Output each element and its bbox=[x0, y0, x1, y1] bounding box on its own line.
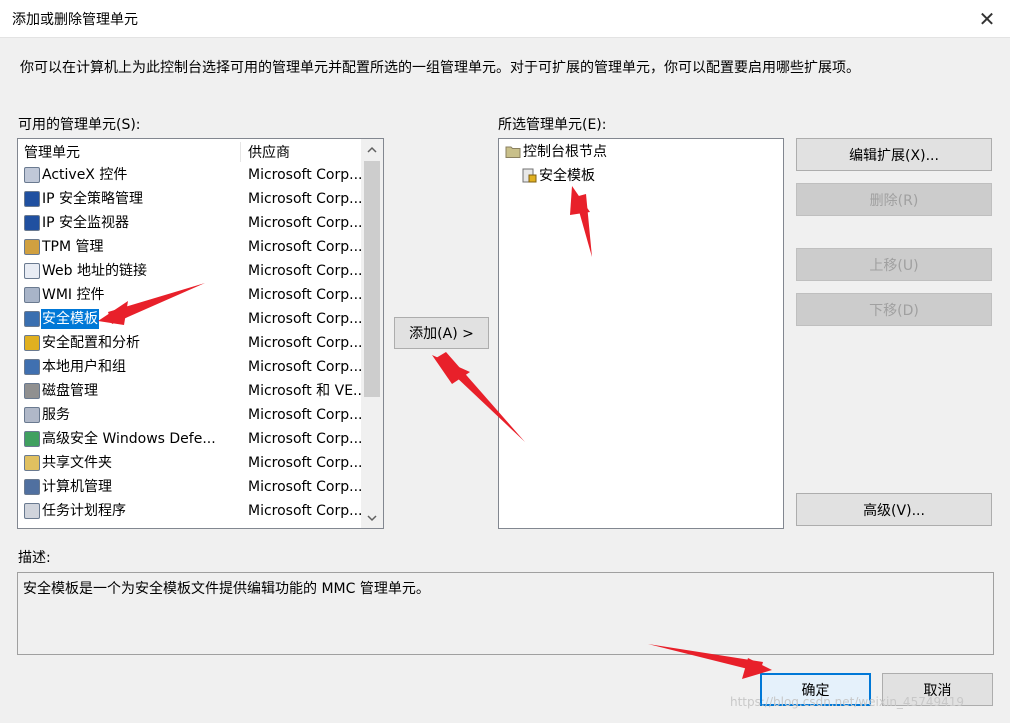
annotation-arrow bbox=[432, 355, 470, 384]
snapin-name: 计算机管理 bbox=[42, 479, 112, 495]
users-groups-icon bbox=[24, 359, 40, 375]
window-title: 添加或删除管理单元 bbox=[12, 12, 138, 28]
chevron-up-icon bbox=[367, 146, 377, 153]
snapin-name: 本地用户和组 bbox=[42, 359, 126, 375]
close-button[interactable]: ✕ bbox=[964, 0, 1010, 38]
snapin-name: IP 安全策略管理 bbox=[42, 191, 144, 207]
selected-snapins-tree[interactable]: 控制台根节点 安全模板 bbox=[498, 138, 784, 529]
column-header-vendor[interactable]: 供应商 bbox=[248, 142, 290, 162]
snapin-name: 共享文件夹 bbox=[42, 455, 112, 471]
advanced-button[interactable]: 高级(V)... bbox=[796, 493, 992, 526]
snapin-name: ActiveX 控件 bbox=[42, 167, 128, 183]
snapin-vendor: Microsoft Corp... bbox=[248, 287, 363, 303]
snapin-vendor: Microsoft Corp... bbox=[248, 335, 363, 351]
column-header-snapin[interactable]: 管理单元 bbox=[24, 142, 80, 162]
snapin-vendor: Microsoft Corp... bbox=[248, 455, 363, 471]
snapin-name: Web 地址的链接 bbox=[42, 263, 147, 279]
snapin-vendor: Microsoft Corp... bbox=[248, 503, 363, 519]
security-template-icon bbox=[24, 311, 40, 327]
snapin-vendor: Microsoft Corp... bbox=[248, 167, 363, 183]
security-config-icon bbox=[24, 335, 40, 351]
intro-text: 你可以在计算机上为此控制台选择可用的管理单元并配置所选的一组管理单元。对于可扩展… bbox=[20, 60, 860, 76]
snapin-name: 高级安全 Windows Defe... bbox=[42, 431, 216, 447]
watermark: https://blog.csdn.net/weixin_45749419 bbox=[730, 695, 965, 709]
description-text: 安全模板是一个为安全模板文件提供编辑功能的 MMC 管理单元。 bbox=[23, 581, 430, 597]
list-item[interactable]: 本地用户和组 Microsoft Corp... bbox=[18, 355, 363, 379]
scroll-up-button[interactable] bbox=[361, 139, 383, 159]
add-button[interactable]: 添加(A) > bbox=[394, 317, 489, 349]
scroll-down-button[interactable] bbox=[361, 508, 383, 528]
shared-folder-icon bbox=[24, 455, 40, 471]
disk-icon bbox=[24, 383, 40, 399]
snapin-name: 安全模板 bbox=[41, 309, 99, 329]
edit-extensions-button[interactable]: 编辑扩展(X)... bbox=[796, 138, 992, 171]
list-item[interactable]: 高级安全 Windows Defe... Microsoft Corp... bbox=[18, 427, 363, 451]
move-up-button[interactable]: 上移(U) bbox=[796, 248, 992, 281]
list-item[interactable]: ActiveX 控件 Microsoft Corp... bbox=[18, 163, 363, 187]
list-item[interactable]: 任务计划程序 Microsoft Corp... bbox=[18, 499, 363, 523]
snapin-name: 安全配置和分析 bbox=[42, 335, 140, 351]
snapin-name: TPM 管理 bbox=[42, 239, 104, 255]
list-item[interactable]: WMI 控件 Microsoft Corp... bbox=[18, 283, 363, 307]
snapin-vendor: Microsoft Corp... bbox=[248, 239, 363, 255]
snapin-name: WMI 控件 bbox=[42, 287, 105, 303]
wmi-icon bbox=[24, 287, 40, 303]
list-item[interactable]: 安全配置和分析 Microsoft Corp... bbox=[18, 331, 363, 355]
snapin-vendor: Microsoft Corp... bbox=[248, 191, 363, 207]
activex-icon bbox=[24, 167, 40, 183]
chevron-down-icon bbox=[367, 514, 377, 521]
list-item[interactable]: 计算机管理 Microsoft Corp... bbox=[18, 475, 363, 499]
firewall-icon bbox=[24, 431, 40, 447]
description-label: 描述: bbox=[18, 550, 51, 566]
list-item[interactable]: 安全模板 Microsoft Corp... bbox=[18, 307, 363, 331]
list-item[interactable]: Web 地址的链接 Microsoft Corp... bbox=[18, 259, 363, 283]
snapin-vendor: Microsoft Corp... bbox=[248, 215, 363, 231]
snapin-name: IP 安全监视器 bbox=[42, 215, 130, 231]
snapin-vendor: Microsoft 和 VE... bbox=[248, 383, 367, 399]
available-snapins-label: 可用的管理单元(S): bbox=[18, 117, 141, 133]
list-item[interactable]: 服务 Microsoft Corp... bbox=[18, 403, 363, 427]
tree-node-label: 安全模板 bbox=[539, 168, 595, 184]
folder-icon bbox=[505, 146, 521, 158]
snapin-vendor: Microsoft Corp... bbox=[248, 359, 363, 375]
web-link-icon bbox=[24, 263, 40, 279]
description-box: 安全模板是一个为安全模板文件提供编辑功能的 MMC 管理单元。 bbox=[17, 572, 994, 655]
tpm-icon bbox=[24, 239, 40, 255]
snapin-vendor: Microsoft Corp... bbox=[248, 431, 363, 447]
close-icon: ✕ bbox=[978, 7, 996, 31]
scroll-thumb[interactable] bbox=[364, 161, 380, 397]
snapin-vendor: Microsoft Corp... bbox=[248, 479, 363, 495]
list-item[interactable]: 磁盘管理 Microsoft 和 VE... bbox=[18, 379, 366, 403]
snapin-vendor: Microsoft Corp... bbox=[248, 407, 363, 423]
snapin-name: 磁盘管理 bbox=[42, 383, 98, 399]
list-scrollbar[interactable] bbox=[361, 139, 383, 528]
computer-management-icon bbox=[24, 479, 40, 495]
ip-security-policy-icon bbox=[24, 191, 40, 207]
remove-button[interactable]: 删除(R) bbox=[796, 183, 992, 216]
column-divider bbox=[240, 142, 241, 162]
snapin-vendor: Microsoft Corp... bbox=[248, 311, 363, 327]
snapin-vendor: Microsoft Corp... bbox=[248, 263, 363, 279]
selected-snapins-label: 所选管理单元(E): bbox=[498, 117, 607, 133]
ip-security-monitor-icon bbox=[24, 215, 40, 231]
move-down-button[interactable]: 下移(D) bbox=[796, 293, 992, 326]
list-item[interactable]: 共享文件夹 Microsoft Corp... bbox=[18, 451, 363, 475]
services-gear-icon bbox=[24, 407, 40, 423]
list-header: 管理单元 供应商 bbox=[18, 139, 361, 163]
list-item[interactable]: IP 安全策略管理 Microsoft Corp... bbox=[18, 187, 363, 211]
available-snapins-list[interactable]: 管理单元 供应商 ActiveX 控件 Microsoft Corp... IP 安… bbox=[17, 138, 384, 529]
list-item[interactable]: TPM 管理 Microsoft Corp... bbox=[18, 235, 363, 259]
tree-node-label: 控制台根节点 bbox=[523, 144, 607, 160]
snapin-name: 任务计划程序 bbox=[42, 503, 126, 519]
list-item[interactable]: IP 安全监视器 Microsoft Corp... bbox=[18, 211, 363, 235]
task-scheduler-icon bbox=[24, 503, 40, 519]
title-bar: 添加或删除管理单元 ✕ bbox=[0, 0, 1010, 38]
security-template-icon bbox=[522, 168, 537, 183]
snapin-name: 服务 bbox=[42, 407, 70, 423]
